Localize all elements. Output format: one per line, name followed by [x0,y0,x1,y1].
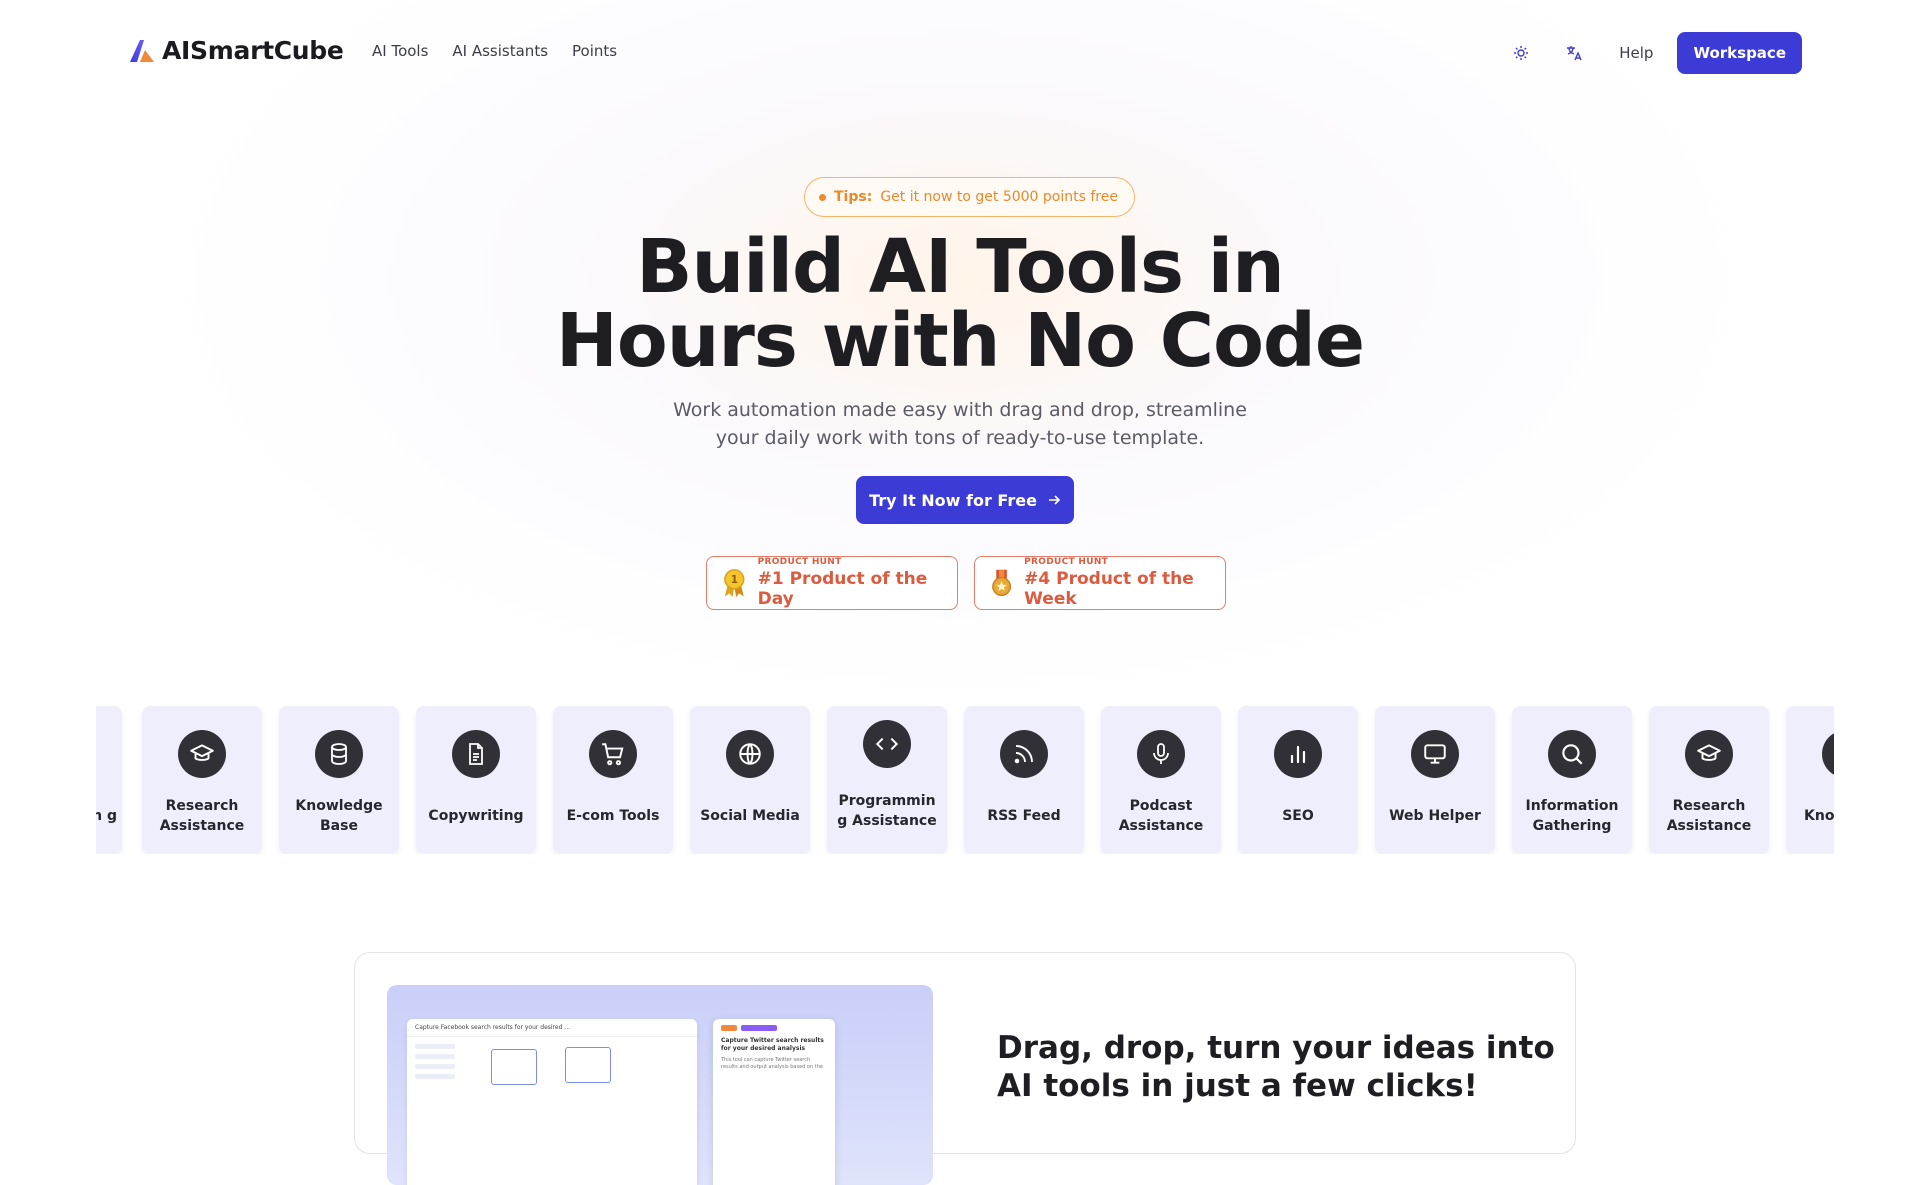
gold-medal-icon: 1 [724,569,745,598]
product-hunt-day-badge[interactable]: 1 PRODUCT HUNT #1 Product of the Day [706,556,958,610]
shopping-cart-icon [589,730,637,778]
language-button[interactable] [1556,35,1592,71]
header-actions: Help Workspace [1503,32,1802,74]
graduation-cap-icon [1685,730,1733,778]
microphone-icon [1137,730,1185,778]
category-card-web-helper[interactable]: Web Helper [1375,706,1495,854]
category-card-seo[interactable]: SEO [1238,706,1358,854]
hero-title-line2: Hours with No Code [555,298,1365,384]
nav-points[interactable]: Points [572,42,617,60]
category-carousel: n g Research Assistance Knowledge Base C… [96,706,1834,854]
try-free-button[interactable]: Try It Now for Free [856,476,1074,524]
workspace-button[interactable]: Workspace [1677,32,1802,74]
badge-kicker: PRODUCT HUNT [1024,557,1109,567]
brand-logo[interactable]: AISmartCube [128,36,344,65]
hero-subtitle-line2: your daily work with tons of ready-to-us… [715,427,1205,449]
category-label: RSS Feed [987,808,1061,824]
category-label: Programming Assistance [837,793,937,829]
mock-editor-window: Capture Facebook search results for your… [407,1019,697,1185]
tips-dot-icon [819,193,826,201]
try-free-label: Try It Now for Free [869,490,1037,510]
category-label: Know B [1804,808,1834,824]
category-label: Social Media [700,808,800,824]
category-label: Knowledge Base [295,798,383,834]
main-nav: AI Tools AI Assistants Points [372,42,617,60]
mock-card-title: Capture Twitter search results for your … [721,1037,824,1052]
globe-icon [726,730,774,778]
category-card-partial-left[interactable]: n g [96,706,122,854]
category-card-podcast-assistance[interactable]: Podcast Assistance [1101,706,1221,854]
category-card-research-assistance[interactable]: Research Assistance [142,706,262,854]
category-card-rss-feed[interactable]: RSS Feed [964,706,1084,854]
hero-title-line1: Build AI Tools in [636,224,1285,310]
category-label: Information Gathering [1525,798,1619,834]
document-icon [452,730,500,778]
category-card-research-assistance-2[interactable]: Research Assistance [1649,706,1769,854]
category-label: SEO [1282,808,1314,824]
mock-card-text: This tool can capture Twitter search res… [721,1057,823,1070]
badge-title: #4 Product of the Week [1024,569,1194,609]
code-icon [863,720,911,768]
bar-chart-icon [1274,730,1322,778]
product-hunt-week-badge[interactable]: PRODUCT HUNT #4 Product of the Week [974,556,1226,610]
category-card-copywriting[interactable]: Copywriting [416,706,536,854]
tips-banner[interactable]: Tips: Get it now to get 5000 points free [804,177,1135,217]
builder-preview-image: Capture Facebook search results for your… [387,985,933,1185]
hero-subtitle-line1: Work automation made easy with drag and … [673,399,1247,421]
category-label: E-com Tools [566,808,660,824]
category-label: n g [96,808,117,824]
brand-name: AISmartCube [162,36,344,65]
hero-subtitle: Work automation made easy with drag and … [0,396,1920,452]
top-navbar: AISmartCube AI Tools AI Assistants Point… [0,0,1920,106]
nav-ai-tools[interactable]: AI Tools [372,42,428,60]
category-label: Copywriting [428,808,524,824]
category-card-knowledge-base[interactable]: Knowledge Base [279,706,399,854]
tips-text: Get it now to get 5000 points free [880,189,1118,205]
category-card-programming-assistance[interactable]: Programming Assistance [827,706,947,854]
sun-icon [1514,46,1529,60]
translate-icon [1567,46,1582,61]
feature-title: Drag, drop, turn your ideas into AI tool… [997,1030,1555,1104]
category-card-partial-right[interactable]: Know B [1786,706,1834,854]
category-card-social-media[interactable]: Social Media [690,706,810,854]
category-label: Podcast Assistance [1118,798,1204,834]
rss-icon [1000,730,1048,778]
category-label: Web Helper [1389,808,1481,824]
badge-kicker: PRODUCT HUNT [757,557,842,567]
mock-editor-header: Capture Facebook search results for your… [407,1019,697,1037]
category-card-information-gathering[interactable]: Information Gathering [1512,706,1632,854]
database-icon [1822,730,1834,778]
database-icon [315,730,363,778]
svg-text:1: 1 [731,574,738,586]
search-icon [1548,730,1596,778]
category-label: Research Assistance [159,798,245,834]
badge-title: #1 Product of the Day [757,569,928,609]
category-card-ecom-tools[interactable]: E-com Tools [553,706,673,854]
graduation-cap-icon [178,730,226,778]
mock-tool-card: Capture Twitter search results for your … [713,1019,835,1185]
tips-label: Tips: [834,189,873,205]
hero-title: Build AI Tools in Hours with No Code [0,230,1920,378]
logo-icon [130,39,154,62]
bronze-medal-icon [992,569,1012,596]
monitor-icon [1411,730,1459,778]
category-label: Research Assistance [1666,798,1752,834]
theme-toggle-button[interactable] [1503,35,1539,71]
help-link[interactable]: Help [1619,44,1653,62]
arrow-right-icon [1048,495,1061,505]
nav-ai-assistants[interactable]: AI Assistants [452,42,548,60]
feature-section: Capture Facebook search results for your… [354,952,1576,1185]
